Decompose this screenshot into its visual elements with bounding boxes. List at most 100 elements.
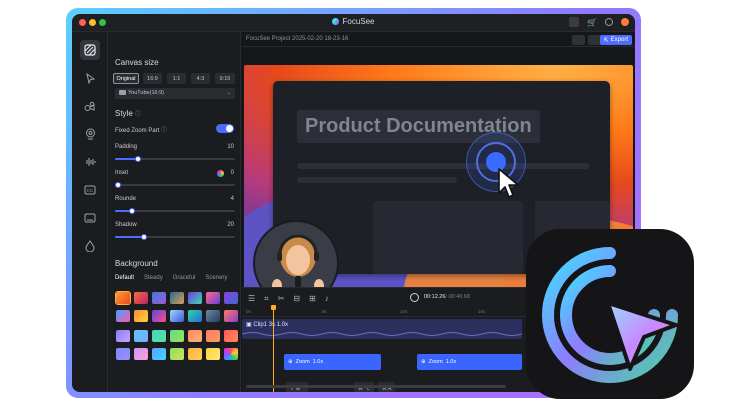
- background-swatch[interactable]: [224, 348, 238, 360]
- video-icon: ▣: [246, 322, 252, 328]
- video-track[interactable]: ▣ Clip1 3s 1.0x: [242, 319, 522, 339]
- background-title: Background: [115, 259, 158, 268]
- tab-default[interactable]: Default: [115, 275, 134, 281]
- background-swatch[interactable]: [152, 310, 166, 322]
- background-swatch[interactable]: [134, 310, 148, 322]
- background-swatch[interactable]: [224, 310, 238, 322]
- background-swatch[interactable]: [134, 348, 148, 360]
- ratio-1-1-button[interactable]: 1:1: [167, 73, 186, 84]
- background-swatch[interactable]: [170, 348, 184, 360]
- crop-icon[interactable]: ⌗: [264, 294, 269, 304]
- sliders-icon[interactable]: ☰: [248, 294, 255, 304]
- audio-waveform: [242, 332, 522, 336]
- rounded-slider-knob[interactable]: [129, 208, 135, 214]
- title-bar-actions: 🛒: [569, 17, 629, 27]
- background-swatch[interactable]: [134, 330, 148, 342]
- user-avatar[interactable]: [621, 18, 629, 26]
- padding-slider-knob[interactable]: [135, 156, 141, 162]
- canvas-size-title: Canvas size: [115, 58, 159, 67]
- youtube-icon: [119, 89, 126, 95]
- inset-slider[interactable]: [115, 182, 235, 188]
- rounded-slider[interactable]: [115, 208, 235, 214]
- audio-icon[interactable]: [80, 152, 100, 172]
- ratio-9-16-button[interactable]: 9:16: [215, 73, 235, 84]
- ruler-tick: 15s: [478, 309, 486, 314]
- app-title: FocuSee: [72, 17, 635, 26]
- settings-panel: Canvas size Original 16:9 1:1 4:3 9:16 Y…: [108, 32, 241, 392]
- camera-icon[interactable]: [80, 96, 100, 116]
- background-swatch[interactable]: [224, 330, 238, 342]
- background-swatch[interactable]: [170, 310, 184, 322]
- background-swatch[interactable]: [170, 330, 184, 342]
- doc-line: [297, 163, 589, 169]
- zoom-icon: ⊕: [288, 359, 293, 365]
- padding-label: Padding: [115, 144, 138, 150]
- background-swatch[interactable]: [224, 292, 238, 304]
- tab-steady[interactable]: Steady: [144, 275, 163, 281]
- background-icon[interactable]: [80, 40, 100, 60]
- background-swatch[interactable]: [188, 310, 202, 322]
- zoom-clip[interactable]: ⊕ Zoom 1.0x: [417, 354, 522, 370]
- background-swatch[interactable]: [206, 310, 220, 322]
- stats-icon[interactable]: [569, 17, 580, 27]
- info-icon: ⓘ: [135, 112, 142, 118]
- cut-icon[interactable]: ✂: [278, 294, 285, 304]
- background-swatch[interactable]: [152, 348, 166, 360]
- inset-label: Inset: [115, 170, 129, 176]
- settings-icon[interactable]: [572, 35, 585, 45]
- webcam-icon[interactable]: [80, 124, 100, 144]
- watermark-icon[interactable]: [80, 236, 100, 256]
- doc-block: [373, 201, 523, 274]
- play-button[interactable]: [410, 293, 419, 302]
- shadow-slider-knob[interactable]: [141, 234, 147, 240]
- rounded-label: Rounde: [115, 196, 137, 202]
- title-bar: FocuSee 🛒: [72, 14, 635, 32]
- background-swatch[interactable]: [152, 292, 166, 304]
- style-title: Style ⓘ: [115, 109, 142, 118]
- cart-icon[interactable]: 🛒: [587, 18, 597, 27]
- shadow-value: 20: [227, 222, 234, 228]
- background-swatch[interactable]: [206, 292, 220, 304]
- info-icon: ⓘ: [161, 128, 168, 134]
- help-icon[interactable]: [605, 18, 613, 26]
- background-swatch[interactable]: [116, 348, 130, 360]
- color-picker-icon[interactable]: [217, 170, 224, 177]
- volume-icon[interactable]: ♪: [325, 294, 329, 304]
- tab-scenery[interactable]: Scenery: [205, 275, 227, 281]
- background-swatch[interactable]: [206, 348, 220, 360]
- background-swatch[interactable]: [188, 330, 202, 342]
- shadow-slider[interactable]: [115, 234, 235, 240]
- timeline-scrollbar[interactable]: [246, 385, 506, 388]
- caption-icon[interactable]: CC: [80, 180, 100, 200]
- background-swatch[interactable]: [188, 348, 202, 360]
- split-icon[interactable]: ⊟: [293, 294, 300, 304]
- mouse-cursor-icon: [497, 167, 523, 204]
- ratio-4-3-button[interactable]: 4:3: [191, 73, 210, 84]
- background-swatch[interactable]: [170, 292, 184, 304]
- doc-line: [297, 177, 457, 183]
- rounded-value: 4: [230, 196, 234, 202]
- background-swatch[interactable]: [188, 292, 202, 304]
- zoom-clip[interactable]: ⊕ Zoom 1.0x: [284, 354, 381, 370]
- padding-slider[interactable]: [115, 156, 235, 162]
- background-swatch[interactable]: [116, 330, 130, 342]
- timeline-tools: ☰ ⌗ ✂ ⊟ ⊞ ♪: [248, 294, 329, 304]
- focusee-app-icon: [526, 229, 694, 399]
- ratio-16-9-button[interactable]: 16:9: [143, 73, 162, 84]
- inset-slider-knob[interactable]: [115, 182, 121, 188]
- tab-graceful[interactable]: Graceful: [173, 275, 196, 281]
- background-swatch[interactable]: [115, 291, 131, 305]
- ratio-original-button[interactable]: Original: [113, 73, 139, 84]
- background-swatch[interactable]: [134, 292, 148, 304]
- cursor-icon[interactable]: [80, 68, 100, 88]
- background-swatch[interactable]: [116, 310, 130, 322]
- background-swatch[interactable]: [206, 330, 220, 342]
- background-swatch[interactable]: [152, 330, 166, 342]
- fixed-zoom-toggle[interactable]: [216, 124, 234, 133]
- ruler-tick: 0s: [246, 309, 251, 314]
- layout-icon[interactable]: [80, 208, 100, 228]
- speed-icon[interactable]: ⊞: [309, 294, 316, 304]
- playhead[interactable]: [271, 305, 276, 392]
- export-button[interactable]: ⇱ Export: [599, 35, 632, 45]
- platform-select[interactable]: YouTube(16:9) ⌄: [115, 88, 235, 99]
